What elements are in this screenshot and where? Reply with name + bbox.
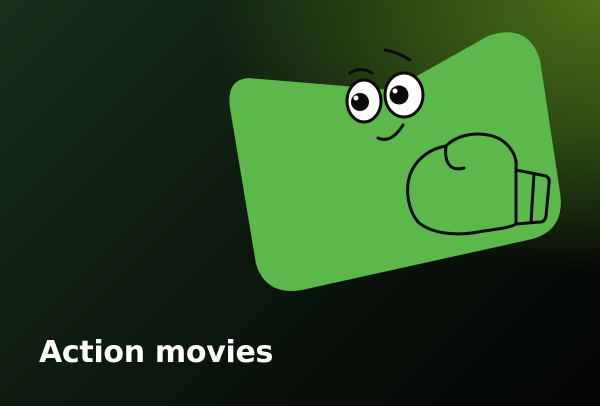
right-eye-icon xyxy=(383,71,425,119)
mascot-body xyxy=(229,32,561,291)
left-eye-icon xyxy=(345,78,383,124)
category-card-action-movies[interactable]: Action movies xyxy=(0,0,600,406)
right-eyebrow-icon xyxy=(383,48,412,62)
category-title: Action movies xyxy=(39,335,274,370)
left-eyebrow-icon xyxy=(348,68,374,75)
